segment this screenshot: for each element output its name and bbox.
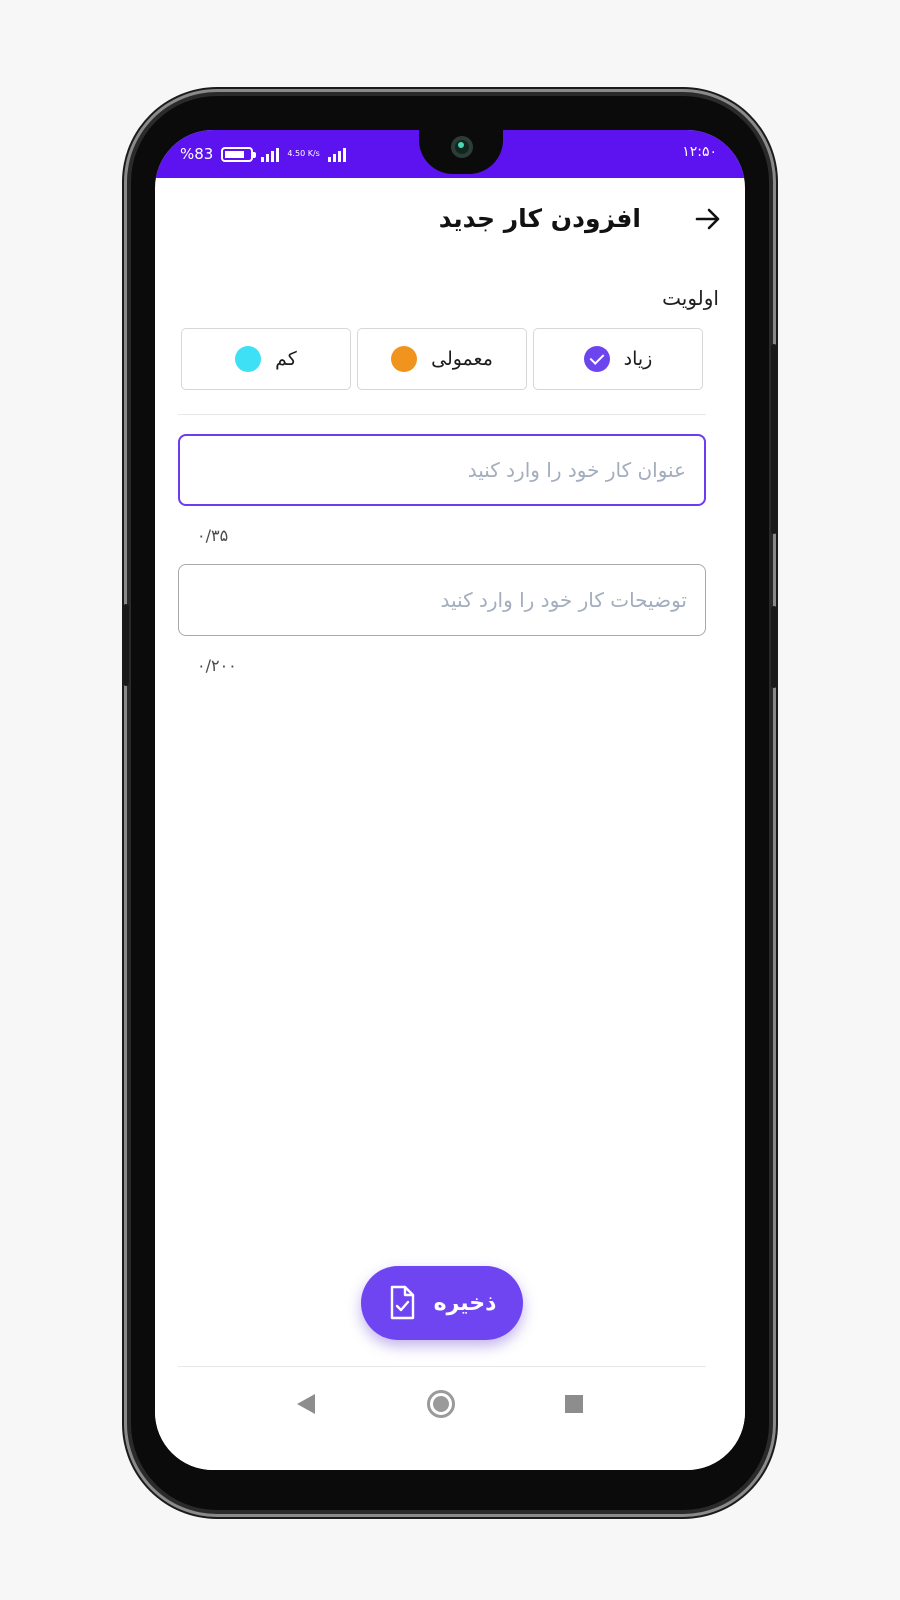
system-nav-bar (155, 1370, 745, 1470)
phone-frame: %83 4.50 K/s ۱۲:۵۰ افزودن کار جدید اولوی… (123, 96, 777, 1510)
save-button[interactable]: ذخیره (361, 1266, 523, 1340)
battery-percentage: %83 (180, 145, 214, 163)
priority-option-low[interactable]: کم (181, 328, 351, 390)
priority-option-label: کم (275, 348, 297, 370)
network-speed: 4.50 K/s (287, 149, 320, 158)
priority-option-normal[interactable]: معمولی (357, 328, 527, 390)
arrow-right-icon (695, 208, 720, 230)
description-field[interactable] (178, 564, 706, 636)
signal-icon (261, 146, 280, 162)
app-bar: افزودن کار جدید (155, 178, 745, 268)
volume-button (123, 604, 129, 686)
app-screen: %83 4.50 K/s ۱۲:۵۰ افزودن کار جدید اولوی… (155, 130, 745, 1470)
status-indicators: %83 4.50 K/s (180, 145, 346, 163)
camera-notch (419, 130, 503, 174)
title-char-counter: ۰/۳۵ (197, 526, 229, 545)
battery-icon (221, 146, 257, 162)
checkmark-icon (583, 346, 610, 372)
square-recents-icon[interactable] (565, 1395, 583, 1413)
description-char-counter: ۰/۲۰۰ (197, 656, 237, 675)
signal-icon-secondary (327, 146, 346, 162)
save-button-label: ذخیره (433, 1290, 497, 1316)
circle-home-icon[interactable] (427, 1390, 455, 1418)
back-button[interactable] (691, 202, 725, 236)
priority-option-label: زیاد (623, 348, 653, 370)
nav-divider (178, 1366, 706, 1367)
status-bar: %83 4.50 K/s ۱۲:۵۰ (155, 130, 745, 178)
divider (178, 414, 706, 415)
triangle-back-icon[interactable] (297, 1394, 315, 1414)
priority-selector: کم معمولی زیاد (181, 328, 703, 390)
side-button-top (771, 344, 777, 534)
cyan-dot-icon (235, 346, 262, 372)
document-check-icon (390, 1285, 414, 1320)
description-input[interactable] (179, 565, 705, 635)
priority-option-high[interactable]: زیاد (533, 328, 703, 390)
priority-option-label: معمولی (431, 348, 493, 370)
title-field[interactable] (178, 434, 706, 506)
camera-icon (451, 136, 473, 158)
status-time: ۱۲:۵۰ (682, 144, 717, 160)
page-title: افزودن کار جدید (438, 204, 641, 233)
power-button (771, 606, 777, 688)
title-input[interactable] (180, 436, 704, 504)
orange-dot-icon (391, 346, 418, 372)
priority-label: اولویت (662, 286, 719, 310)
